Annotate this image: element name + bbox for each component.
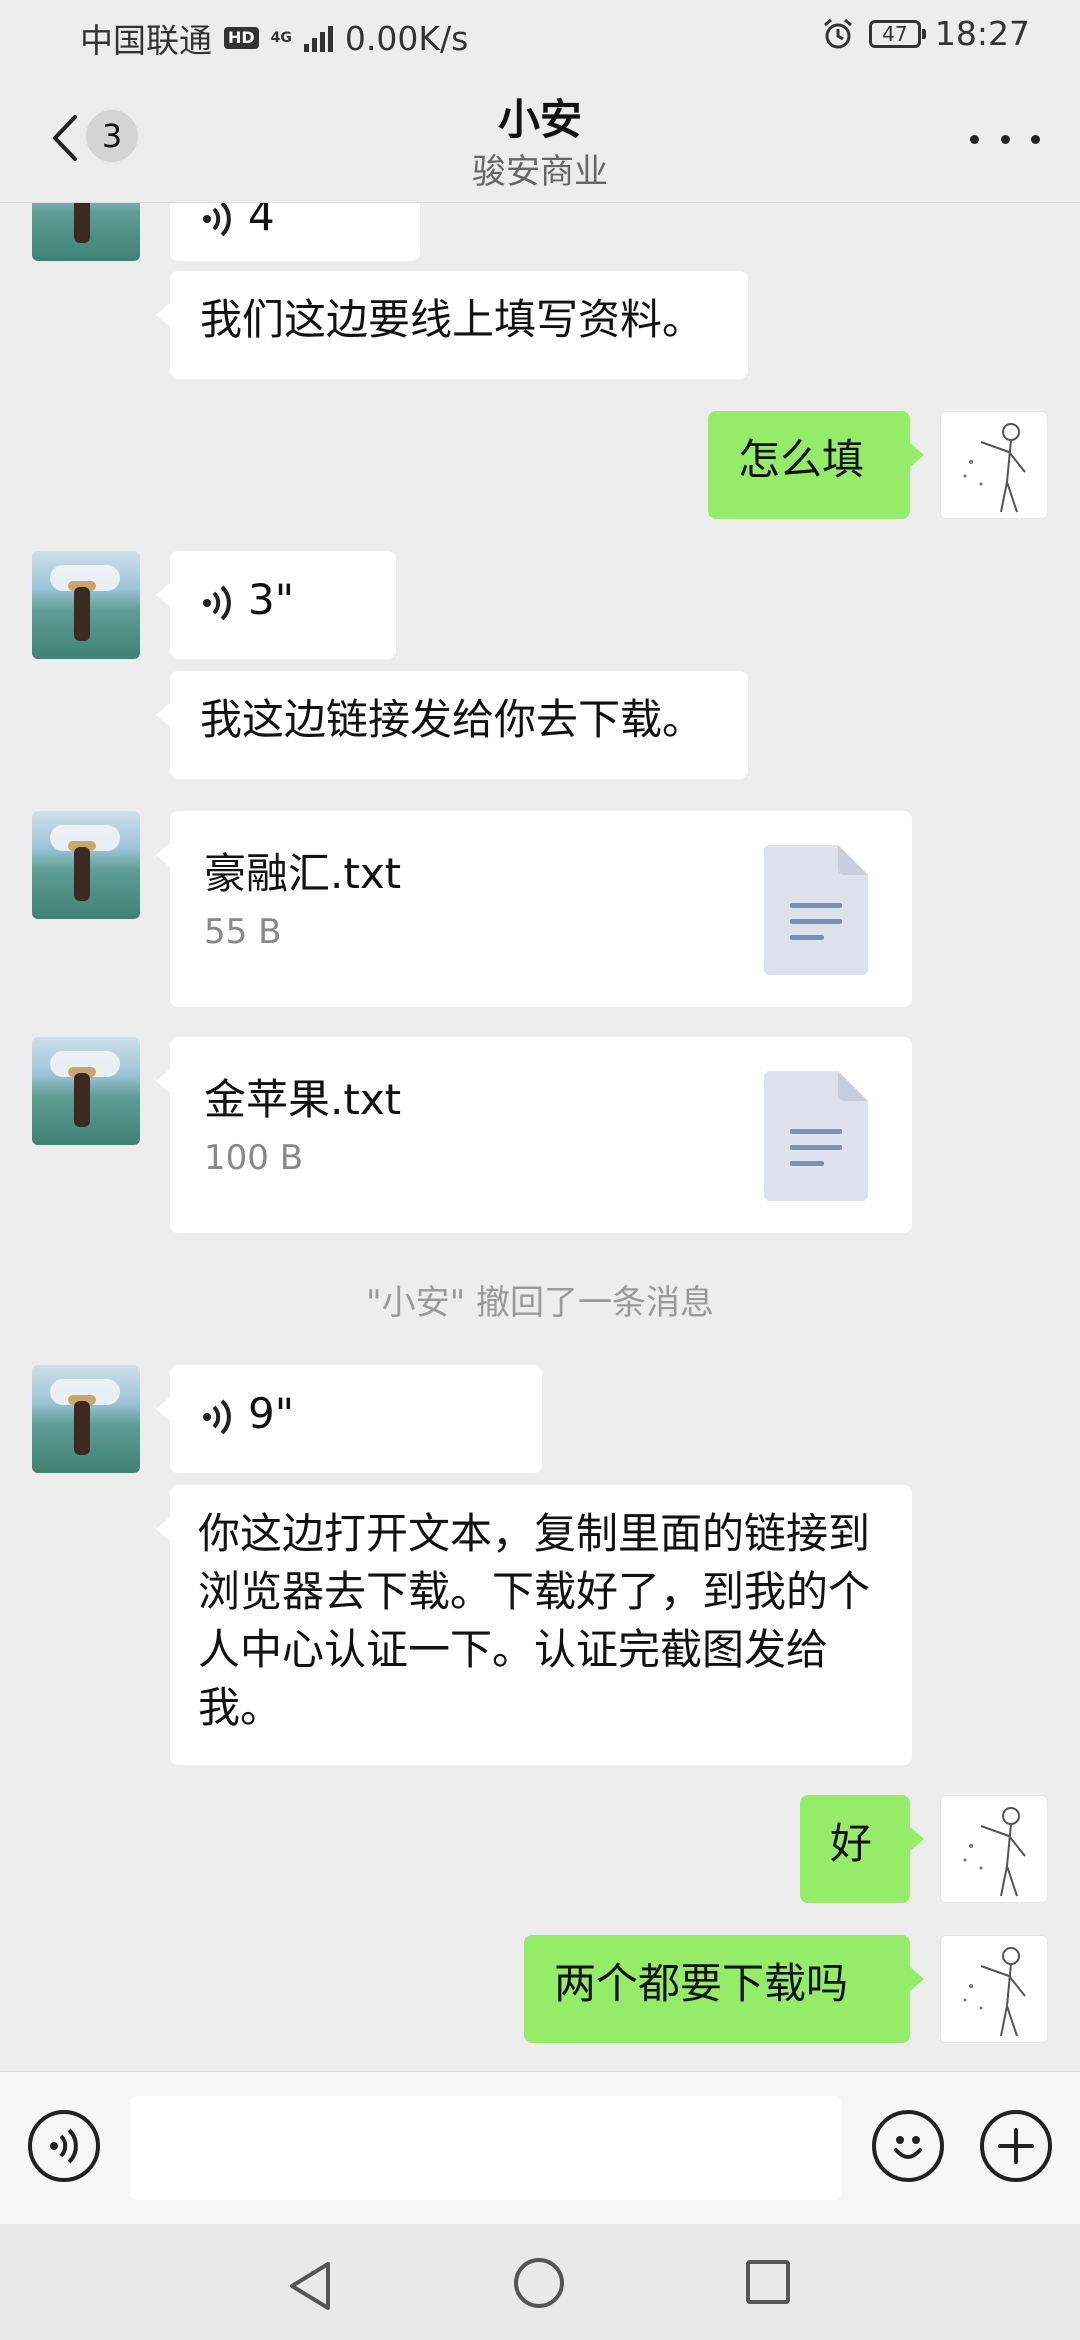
sketch-figure-icon xyxy=(963,1947,1026,2037)
message-input[interactable] xyxy=(130,2096,842,2200)
network-speed: 0.00K/s xyxy=(344,18,469,58)
file-name: 豪融汇.txt xyxy=(204,849,402,898)
alarm-icon xyxy=(823,18,852,48)
signal-icon xyxy=(303,24,333,52)
more-options-button[interactable] xyxy=(970,124,1040,154)
more-dot-icon xyxy=(970,134,979,144)
chat-subtitle: 骏安商业 xyxy=(472,152,608,192)
file-size: 55 B xyxy=(204,912,282,952)
chat-title: 小安 xyxy=(497,95,582,144)
more-dot-icon xyxy=(1000,134,1010,144)
voice-wave-icon xyxy=(50,2128,78,2164)
more-functions-button[interactable] xyxy=(980,2110,1052,2182)
nav-back-icon[interactable] xyxy=(286,2260,334,2312)
voice-message[interactable]: 9" xyxy=(156,1365,542,1473)
voice-message[interactable]: 3" xyxy=(156,551,396,659)
battery-icon: 47 xyxy=(868,19,926,48)
contact-avatar[interactable] xyxy=(32,1037,140,1145)
document-icon xyxy=(764,845,868,975)
self-avatar[interactable] xyxy=(940,1935,1048,2043)
contact-avatar[interactable] xyxy=(32,811,140,919)
text-message-self[interactable]: 两个都要下载吗 xyxy=(524,1935,924,2043)
status-bar: 中国联通 HD 4G 0.00K/s 47 18:27 xyxy=(0,0,1080,72)
nav-recents-icon[interactable] xyxy=(746,2260,790,2304)
more-dot-icon xyxy=(1031,134,1040,144)
voice-input-button[interactable] xyxy=(28,2110,100,2182)
sketch-figure-icon xyxy=(963,1807,1026,1897)
message-text: 好 xyxy=(830,1819,873,1868)
message-text: 你这边打开文本，复制里面的链接到浏览器去下载。下载好了，到我的个人中心认证一下。… xyxy=(198,1509,871,1732)
chat-header: 3 小安 骏安商业 xyxy=(0,72,1080,203)
voice-duration: 9" xyxy=(248,1389,295,1438)
contact-avatar[interactable] xyxy=(32,203,140,261)
message-text: 我这边链接发给你去下载。 xyxy=(200,695,705,744)
contact-avatar[interactable] xyxy=(32,1365,140,1473)
voice-duration: 3" xyxy=(248,575,295,624)
message-text: 怎么填 xyxy=(738,435,865,484)
message-text: 两个都要下载吗 xyxy=(554,1959,849,2008)
smiley-icon xyxy=(894,2136,922,2159)
text-message-self[interactable]: 怎么填 xyxy=(708,411,924,519)
status-right: 47 18:27 xyxy=(821,14,1030,53)
text-message[interactable]: 你这边打开文本，复制里面的链接到浏览器去下载。下载好了，到我的个人中心认证一下。… xyxy=(156,1485,912,1765)
contact-avatar[interactable] xyxy=(32,551,140,659)
carrier-name: 中国联通 xyxy=(80,21,212,60)
file-size: 100 B xyxy=(204,1138,304,1178)
voice-message[interactable]: 4 xyxy=(170,203,420,261)
hd-icon: HD xyxy=(224,27,259,49)
text-message[interactable]: 我这边链接发给你去下载。 xyxy=(156,671,748,779)
text-message-self[interactable]: 好 xyxy=(800,1795,924,1903)
clock: 18:27 xyxy=(934,14,1030,53)
self-avatar[interactable] xyxy=(940,411,1048,519)
voice-wave-icon xyxy=(203,1399,231,1434)
voice-wave-icon xyxy=(203,585,231,620)
voice-wave-icon xyxy=(203,203,231,236)
message-list[interactable]: 4 我们这边要线上填写资料。 怎么填 3" 我这边链接发给你去下载。 豪融汇.t… xyxy=(0,203,1080,2070)
document-icon xyxy=(764,1071,868,1201)
file-message[interactable]: 豪融汇.txt 55 B xyxy=(156,811,912,1007)
file-name: 金苹果.txt xyxy=(204,1075,402,1124)
system-recall-notice: "小安" 撤回了一条消息 xyxy=(365,1283,715,1323)
voice-duration: 4 xyxy=(248,203,275,240)
network-type-icon: 4G xyxy=(270,30,292,46)
sketch-figure-icon xyxy=(963,423,1026,513)
system-navigation-bar xyxy=(0,2224,1080,2340)
text-message[interactable]: 我们这边要线上填写资料。 xyxy=(156,271,748,379)
message-text: 我们这边要线上填写资料。 xyxy=(200,295,705,344)
nav-home-icon[interactable] xyxy=(514,2258,564,2308)
file-message[interactable]: 金苹果.txt 100 B xyxy=(156,1037,912,1233)
self-avatar[interactable] xyxy=(940,1795,1048,1903)
status-left: 中国联通 HD 4G 0.00K/s xyxy=(80,14,468,62)
emoji-button[interactable] xyxy=(872,2110,944,2182)
input-bar xyxy=(0,2071,1080,2224)
plus-icon xyxy=(998,2128,1034,2164)
